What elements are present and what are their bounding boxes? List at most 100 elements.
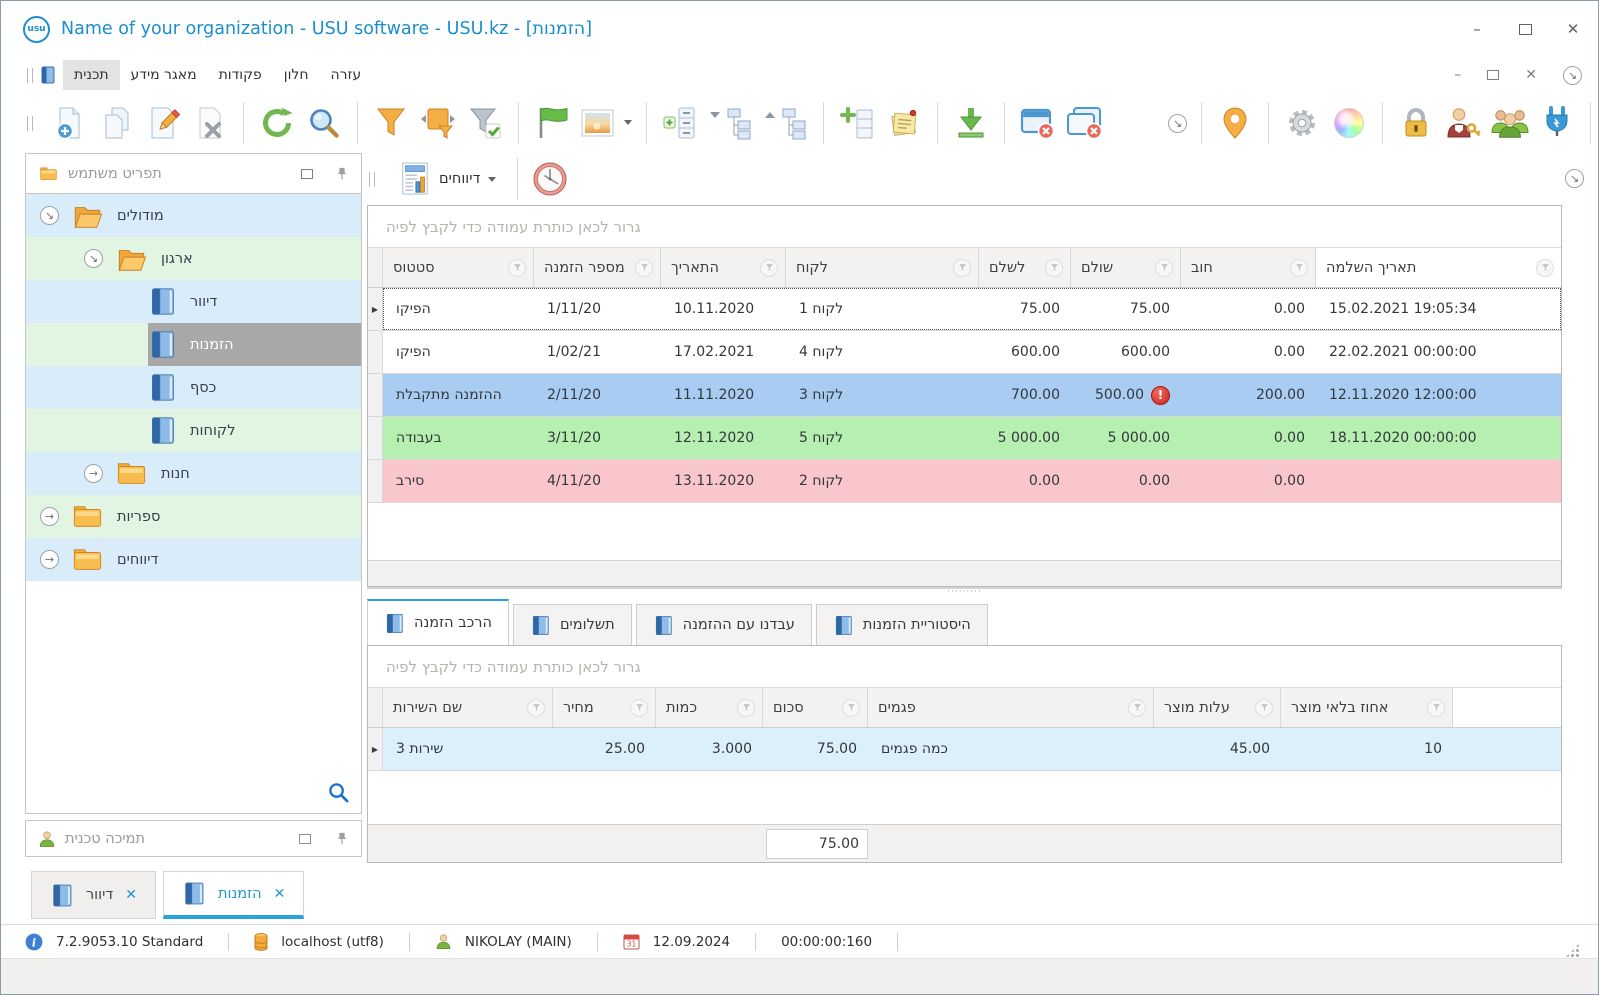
filter-funnel-icon[interactable]	[1155, 259, 1173, 277]
horizontal-splitter[interactable]: ·········	[367, 587, 1562, 599]
lock-icon[interactable]	[1397, 104, 1435, 142]
filter-funnel-icon[interactable]	[508, 259, 526, 277]
resize-grip[interactable]	[1565, 943, 1580, 958]
tree-node-shop[interactable]: → חנות	[26, 452, 361, 495]
expand-node-icon[interactable]: →	[84, 464, 103, 483]
close-all-windows-icon[interactable]	[1066, 104, 1104, 142]
view-toolbar-drag-handle[interactable]	[369, 172, 375, 187]
mdi-close-button[interactable]: ✕	[1525, 67, 1537, 83]
filter-funnel-icon[interactable]	[1255, 699, 1273, 717]
panel-pin-icon[interactable]	[335, 167, 349, 181]
tab-worked-with-order[interactable]: עבדנו עם ההזמנה	[636, 604, 812, 645]
tree-node-organization[interactable]: ↘ ארגון	[26, 237, 361, 280]
mdi-restore-button[interactable]	[1487, 70, 1499, 80]
expand-node-icon[interactable]: →	[40, 550, 59, 569]
column-header-completion-date[interactable]: תאריך השלמה	[1316, 248, 1561, 287]
location-pin-icon[interactable]	[1216, 104, 1254, 142]
tab-order-composition[interactable]: הרכב הזמנה	[367, 599, 509, 645]
menu-item-database[interactable]: מאגר מידע	[120, 60, 208, 90]
filter-apply-icon[interactable]	[466, 104, 504, 142]
column-header-price[interactable]: מחיר	[553, 688, 656, 727]
tab-payments[interactable]: תשלומים	[513, 604, 632, 645]
toolbar-drag-handle[interactable]	[27, 116, 33, 131]
tree-node-modules[interactable]: ↘ מודולים	[26, 194, 361, 237]
close-tab-icon[interactable]: ✕	[125, 887, 137, 903]
close-window-icon[interactable]	[1019, 104, 1057, 142]
add-row-icon[interactable]	[838, 104, 876, 142]
menubar-drag-handle[interactable]	[27, 68, 33, 83]
column-header-service-name[interactable]: שם השירות	[383, 688, 553, 727]
doc-tab-orders[interactable]: הזמנות ✕	[163, 871, 304, 919]
filter-funnel-icon[interactable]	[1045, 259, 1063, 277]
filter-funnel-icon[interactable]	[1536, 259, 1554, 277]
search-icon[interactable]	[305, 104, 343, 142]
column-header-debt[interactable]: חוב	[1181, 248, 1316, 287]
group-by-panel[interactable]: גרור לכאן כותרת עמודה כדי לקבץ לפיה	[368, 206, 1561, 248]
toolbar-overflow-icon[interactable]: ↘	[1168, 114, 1187, 133]
table-row[interactable]: ▶ הפיקו 1/11/20 10.11.2020 לקוח 1 75.00 …	[368, 288, 1561, 331]
panel-float-icon[interactable]	[301, 169, 313, 179]
flag-icon[interactable]	[533, 104, 571, 142]
delete-document-icon[interactable]	[191, 104, 229, 142]
color-scheme-icon[interactable]	[1330, 104, 1368, 142]
expand-node-icon[interactable]: →	[40, 507, 59, 526]
collapse-tree-icon[interactable]	[763, 104, 809, 142]
expand-rows-icon[interactable]	[661, 104, 699, 142]
tree-node-libraries[interactable]: → ספריות	[26, 495, 361, 538]
expand-tree-icon[interactable]	[708, 104, 754, 142]
menu-item-window[interactable]: חלון	[273, 60, 320, 90]
column-header-date[interactable]: התאריך	[661, 248, 786, 287]
settings-gear-icon[interactable]	[1283, 104, 1321, 142]
filter-funnel-icon[interactable]	[635, 259, 653, 277]
column-header-sum[interactable]: סכום	[763, 688, 868, 727]
tree-search-icon[interactable]	[328, 782, 349, 803]
table-row[interactable]: ההזמנה מתקבלת 2/11/20 11.11.2020 לקוח 3 …	[368, 374, 1561, 417]
filter-icon[interactable]	[372, 104, 410, 142]
menu-item-help[interactable]: עזרה	[319, 60, 372, 90]
column-header-order-number[interactable]: מספר הזמנה	[534, 248, 661, 287]
column-header-quantity[interactable]: כמות	[656, 688, 763, 727]
image-preview-icon[interactable]	[580, 104, 632, 142]
collapse-node-icon[interactable]: ↘	[40, 206, 59, 225]
tab-order-history[interactable]: היסטוריית הזמנות	[816, 604, 988, 645]
reports-button[interactable]: דיווחים	[391, 158, 504, 200]
mdi-minimize-button[interactable]: –	[1454, 67, 1461, 83]
doc-tab-mailing[interactable]: דיוור ✕	[31, 871, 156, 919]
menu-item-commands[interactable]: פקודות	[208, 60, 273, 90]
users-icon[interactable]	[1491, 104, 1529, 142]
column-header-product-cost[interactable]: עלות מוצר	[1154, 688, 1281, 727]
tree-node-clients[interactable]: לקוחות	[26, 409, 361, 452]
panel-pin-icon[interactable]	[335, 832, 349, 846]
column-header-defects[interactable]: פגמים	[868, 688, 1154, 727]
column-header-wear-percent[interactable]: אחוז בלאי מוצר	[1281, 688, 1453, 727]
column-header-to-pay[interactable]: לשלם	[979, 248, 1071, 287]
filter-funnel-icon[interactable]	[842, 699, 860, 717]
collapse-node-icon[interactable]: ↘	[84, 249, 103, 268]
filter-funnel-icon[interactable]	[1427, 699, 1445, 717]
user-permissions-icon[interactable]	[1444, 104, 1482, 142]
filter-funnel-icon[interactable]	[737, 699, 755, 717]
tree-node-reports[interactable]: → דיווחים	[26, 538, 361, 581]
filter-funnel-icon[interactable]	[630, 699, 648, 717]
tree-node-mailing[interactable]: דיוור	[26, 280, 361, 323]
copy-document-icon[interactable]	[97, 104, 135, 142]
table-row[interactable]: ▶ שירות 3 25.00 3.000 75.00 כמה פגמים 45…	[368, 728, 1561, 771]
group-by-panel[interactable]: גרור לכאן כותרת עמודה כדי לקבץ לפיה	[368, 646, 1561, 688]
filter-funnel-icon[interactable]	[1128, 699, 1146, 717]
filter-settings-icon[interactable]	[419, 104, 457, 142]
export-icon[interactable]	[952, 104, 990, 142]
tree-node-money[interactable]: כסף	[26, 366, 361, 409]
menu-item-program[interactable]: תכנית	[63, 60, 120, 90]
table-row[interactable]: הפיקו 1/02/21 17.02.2021 לקוח 4 600.00 6…	[368, 331, 1561, 374]
close-tab-icon[interactable]: ✕	[274, 886, 286, 902]
table-row[interactable]: בעבודה 3/11/20 12.11.2020 לקוח 5 5 000.0…	[368, 417, 1561, 460]
maximize-button[interactable]	[1516, 20, 1534, 38]
scheduler-clock-icon[interactable]	[531, 160, 569, 198]
refresh-icon[interactable]	[258, 104, 296, 142]
technical-support-panel[interactable]: תמיכה טכנית	[25, 820, 362, 857]
filter-funnel-icon[interactable]	[1290, 259, 1308, 277]
menubar-overflow-icon[interactable]: ↘	[1563, 66, 1582, 85]
filter-funnel-icon[interactable]	[527, 699, 545, 717]
view-toolbar-overflow-icon[interactable]: ↘	[1565, 169, 1584, 188]
minimize-button[interactable]: –	[1468, 20, 1486, 38]
